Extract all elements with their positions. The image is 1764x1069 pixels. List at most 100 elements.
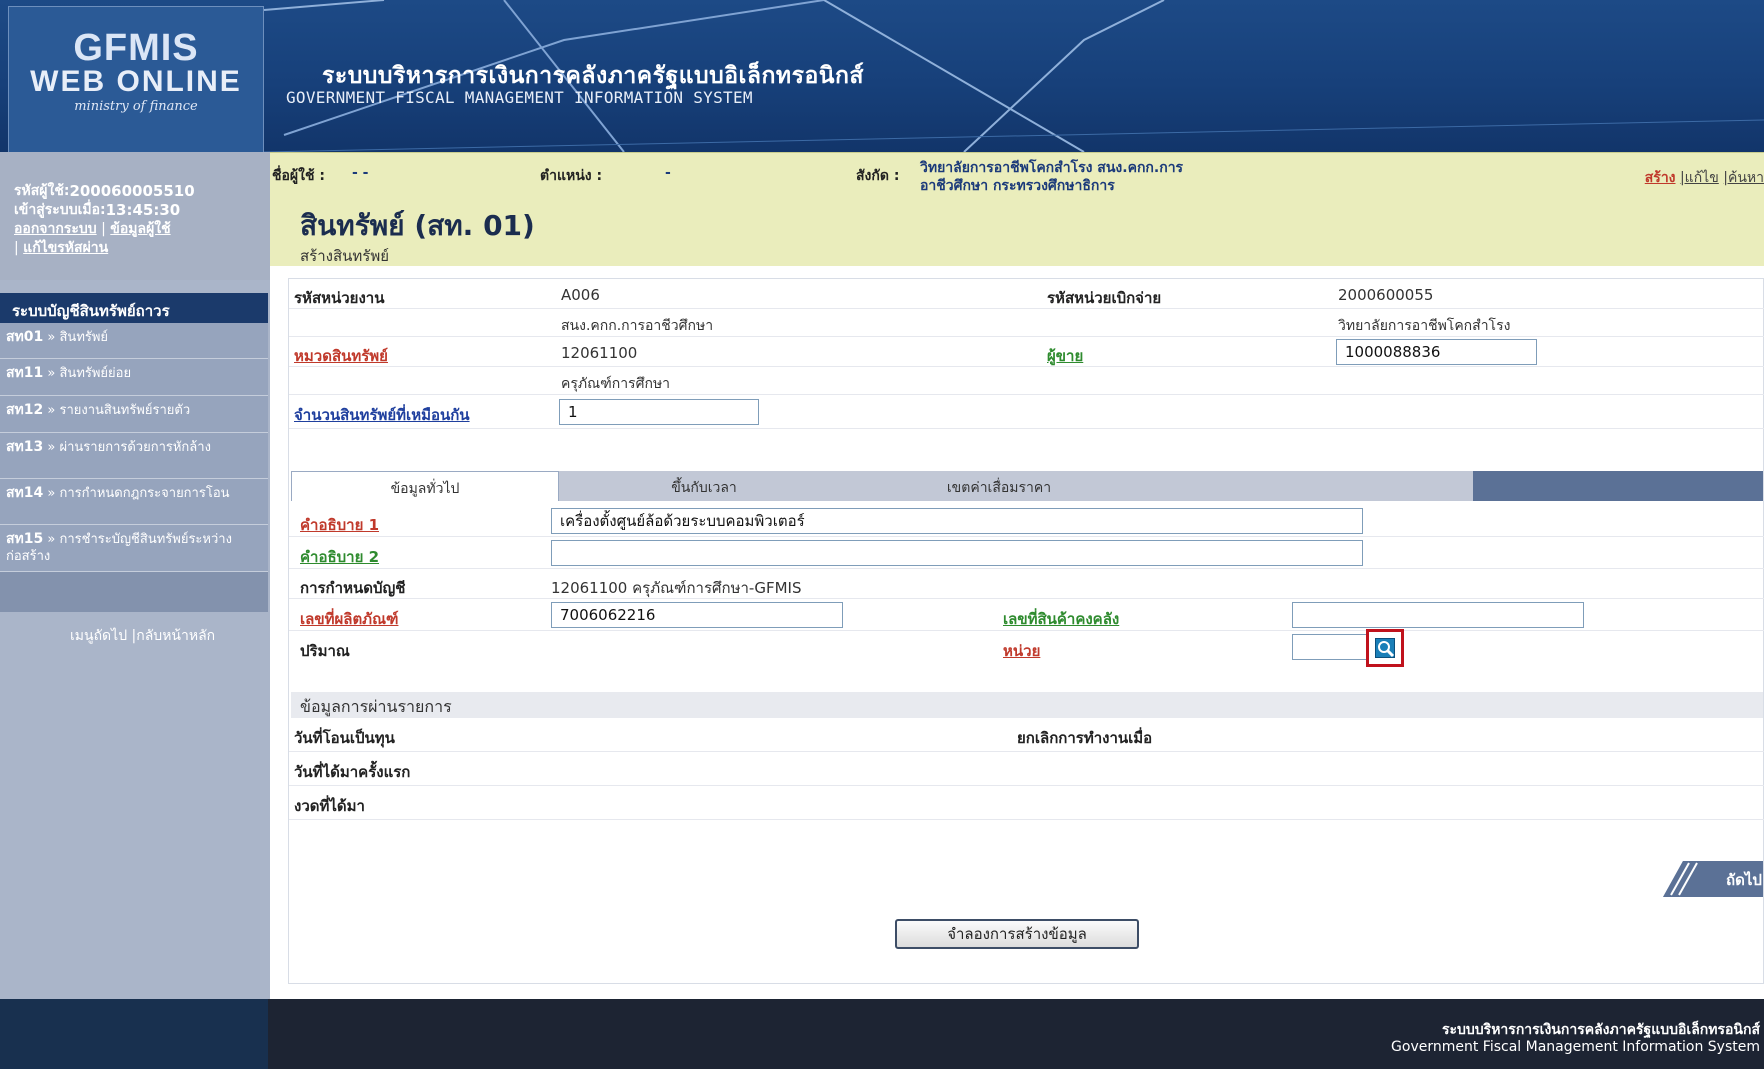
account-label: การกำหนดบัญชี xyxy=(300,579,406,597)
sidebar-item-st14[interactable]: สท14 » การกำหนดกฎกระจายการโอน xyxy=(0,479,268,525)
form-row: เลขที่ผลิตภัณฑ์ เลขที่สินค้าคงคลัง xyxy=(289,599,1764,631)
serial-label[interactable]: เลขที่ผลิตภัณฑ์ xyxy=(300,607,398,631)
tab-depreciation[interactable]: เขตค่าเสื่อมราคา xyxy=(849,471,1473,501)
user-name-label: ชื่อผู้ใช้ : xyxy=(272,168,325,184)
header-banner: GFMIS WEB ONLINE ministry of finance ระบ… xyxy=(0,0,1764,152)
disb-unit-label: รหัสหน่วยเบิกจ่าย xyxy=(1047,289,1162,307)
desc2-input[interactable] xyxy=(551,540,1363,566)
org-name: สนง.คกก.การอาชีวศึกษา xyxy=(561,318,714,334)
menu-label: » ผ่านรายการด้วยการหักล้าง xyxy=(47,440,211,455)
footer-title-english: Government Fiscal Management Information… xyxy=(1391,1039,1760,1055)
asset-class-value: 12061100 xyxy=(561,344,638,362)
form-row: วันที่โอนเป็นทุน ยกเลิกการทำงานเมื่อ xyxy=(289,718,1764,752)
menu-code: สท14 xyxy=(6,485,44,501)
logo-text: ministry of finance xyxy=(74,99,198,114)
desc2-label[interactable]: คำอธิบาย 2 xyxy=(300,545,379,569)
inventory-input[interactable] xyxy=(1292,602,1584,628)
menu-label: » รายงานสินทรัพย์รายตัว xyxy=(47,403,191,418)
deactivation-date-label: ยกเลิกการทำงานเมื่อ xyxy=(1017,729,1153,747)
sidebar-item-st01[interactable]: สท01 » สินทรัพย์ xyxy=(0,323,268,359)
sidebar: รหัสผู้ใช้: 200060005510 เข้าสู่ระบบเมื่… xyxy=(0,152,270,999)
menu-code: สท11 xyxy=(6,365,44,381)
form-row: การกำหนดบัญชี 12061100 ครุภัณฑ์การศึกษา-… xyxy=(289,569,1764,599)
asset-class-label[interactable]: หมวดสินทรัพย์ xyxy=(294,344,388,368)
position-label: ตำแหน่ง : xyxy=(540,168,603,184)
menu-code: สท01 xyxy=(6,329,44,345)
unit-input[interactable] xyxy=(1292,634,1368,660)
form-row: สนง.คกก.การอาชีวศึกษา วิทยาลัยการอาชีพโค… xyxy=(289,309,1764,337)
footer-left-panel xyxy=(0,999,268,1069)
capitalization-date-label: วันที่โอนเป็นทุน xyxy=(294,729,395,747)
main-form: รหัสหน่วยงาน A006 รหัสหน่วยเบิกจ่าย 2000… xyxy=(288,278,1764,984)
next-button-label: ถัดไป » xyxy=(1726,871,1762,910)
system-title-english: GOVERNMENT FISCAL MANAGEMENT INFORMATION… xyxy=(286,88,753,107)
org-code-label: รหัสหน่วยงาน xyxy=(294,289,385,307)
form-row: งวดที่ได้มา xyxy=(289,786,1764,820)
tab-label: เขตค่าเสื่อมราคา xyxy=(946,480,1052,496)
logo-text: WEB ONLINE xyxy=(30,65,242,98)
affiliation-label: สังกัด : xyxy=(856,168,900,184)
acquisition-period-label: งวดที่ได้มา xyxy=(294,797,365,815)
logo-text: GFMIS xyxy=(73,27,199,69)
gfmis-logo: GFMIS WEB ONLINE ministry of finance xyxy=(8,6,264,152)
form-row: รหัสหน่วยงาน A006 รหัสหน่วยเบิกจ่าย 2000… xyxy=(289,279,1764,309)
action-links: สร้าง |แก้ไข |ค้นหา xyxy=(1645,167,1764,189)
account-value: 12061100 ครุภัณฑ์การศึกษา-GFMIS xyxy=(551,579,802,597)
position-value: - xyxy=(665,165,671,181)
search-link[interactable]: |ค้นหา xyxy=(1723,170,1764,186)
desc1-input[interactable] xyxy=(551,508,1363,534)
title-block: สินทรัพย์ (สท. 01) สร้างสินทรัพย์ xyxy=(270,198,1764,266)
user-info: รหัสผู้ใช้: 200060005510 เข้าสู่ระบบเมื่… xyxy=(0,152,270,280)
unit-label[interactable]: หน่วย xyxy=(1003,639,1040,663)
footer-title-thai: ระบบบริหารการเงินการคลังภาครัฐแบบอิเล็กท… xyxy=(1441,1022,1760,1038)
form-row: คำอธิบาย 1 xyxy=(289,505,1764,537)
serial-input[interactable] xyxy=(551,602,843,628)
user-id-label: รหัสผู้ใช้: xyxy=(14,183,70,199)
same-assets-label[interactable]: จำนวนสินทรัพย์ที่เหมือนกัน xyxy=(294,403,470,427)
search-icon xyxy=(1375,638,1395,658)
posting-section-title: ข้อมูลการผ่านรายการ xyxy=(300,697,452,716)
menu-title: ระบบบัญชีสินทรัพย์ถาวร xyxy=(0,293,268,323)
tab-time-based[interactable]: ขึ้นกับเวลา xyxy=(559,471,849,501)
form-row: หมวดสินทรัพย์ 12061100 ผู้ขาย xyxy=(289,337,1764,367)
login-time-label: เข้าสู่ระบบเมื่อ: xyxy=(14,202,106,218)
menu-footer xyxy=(0,572,268,612)
seller-label[interactable]: ผู้ขาย xyxy=(1047,344,1083,368)
tab-bar: ข้อมูลทั่วไป ขึ้นกับเวลา เขตค่าเสื่อมราค… xyxy=(291,471,1763,501)
same-assets-input[interactable] xyxy=(559,399,759,425)
sidebar-item-st12[interactable]: สท12 » รายงานสินทรัพย์รายตัว xyxy=(0,396,268,433)
page-subtitle: สร้างสินทรัพย์ xyxy=(300,247,389,265)
posting-section-bar: ข้อมูลการผ่านรายการ xyxy=(291,692,1763,718)
simulate-create-button[interactable]: จำลองการสร้างข้อมูล xyxy=(895,919,1139,949)
user-id-value: 200060005510 xyxy=(69,182,195,200)
form-row: ครุภัณฑ์การศึกษา xyxy=(289,367,1764,395)
menu-label: » สินทรัพย์ xyxy=(47,330,109,345)
first-acquired-date-label: วันที่ได้มาครั้งแรก xyxy=(294,763,411,781)
login-time-value: 13:45:30 xyxy=(105,201,181,219)
info-bar: ชื่อผู้ใช้ : - - ตำแหน่ง : - สังกัด : วิ… xyxy=(270,152,1764,198)
edit-link[interactable]: |แก้ไข xyxy=(1680,170,1719,186)
sidebar-item-st15[interactable]: สท15 » การชำระบัญชีสินทรัพย์ระหว่างก่อสร… xyxy=(0,525,268,572)
form-row: วันที่ได้มาครั้งแรก xyxy=(289,752,1764,786)
quantity-label: ปริมาณ xyxy=(300,642,350,660)
menu-code: สท13 xyxy=(6,439,44,455)
desc1-label[interactable]: คำอธิบาย 1 xyxy=(300,513,379,537)
inventory-label[interactable]: เลขที่สินค้าคงคลัง xyxy=(1003,607,1119,631)
tab-general-info[interactable]: ข้อมูลทั่วไป xyxy=(291,471,559,501)
next-menu-link[interactable]: เมนูถัดไป |กลับหน้าหลัก xyxy=(70,625,215,647)
separator: | xyxy=(101,221,106,237)
disb-unit-name: วิทยาลัยการอาชีพโคกสำโรง xyxy=(1338,318,1511,334)
sidebar-item-st13[interactable]: สท13 » ผ่านรายการด้วยการหักล้าง xyxy=(0,433,268,479)
seller-input[interactable] xyxy=(1336,339,1537,365)
next-button[interactable] xyxy=(1493,857,1763,901)
sidebar-item-st11[interactable]: สท11 » สินทรัพย์ย่อย xyxy=(0,359,268,396)
org-code-value: A006 xyxy=(561,286,600,304)
logout-link[interactable]: ออกจากระบบ xyxy=(14,221,97,237)
menu-code: สท12 xyxy=(6,402,44,418)
unit-search-button[interactable] xyxy=(1366,629,1404,667)
change-password-link[interactable]: แก้ไขรหัสผ่าน xyxy=(23,240,108,256)
create-link[interactable]: สร้าง xyxy=(1645,170,1676,186)
profile-link[interactable]: ข้อมูลผู้ใช้ xyxy=(110,221,170,237)
disb-unit-value: 2000600055 xyxy=(1338,286,1434,304)
form-row: ปริมาณ หน่วย xyxy=(289,631,1764,665)
